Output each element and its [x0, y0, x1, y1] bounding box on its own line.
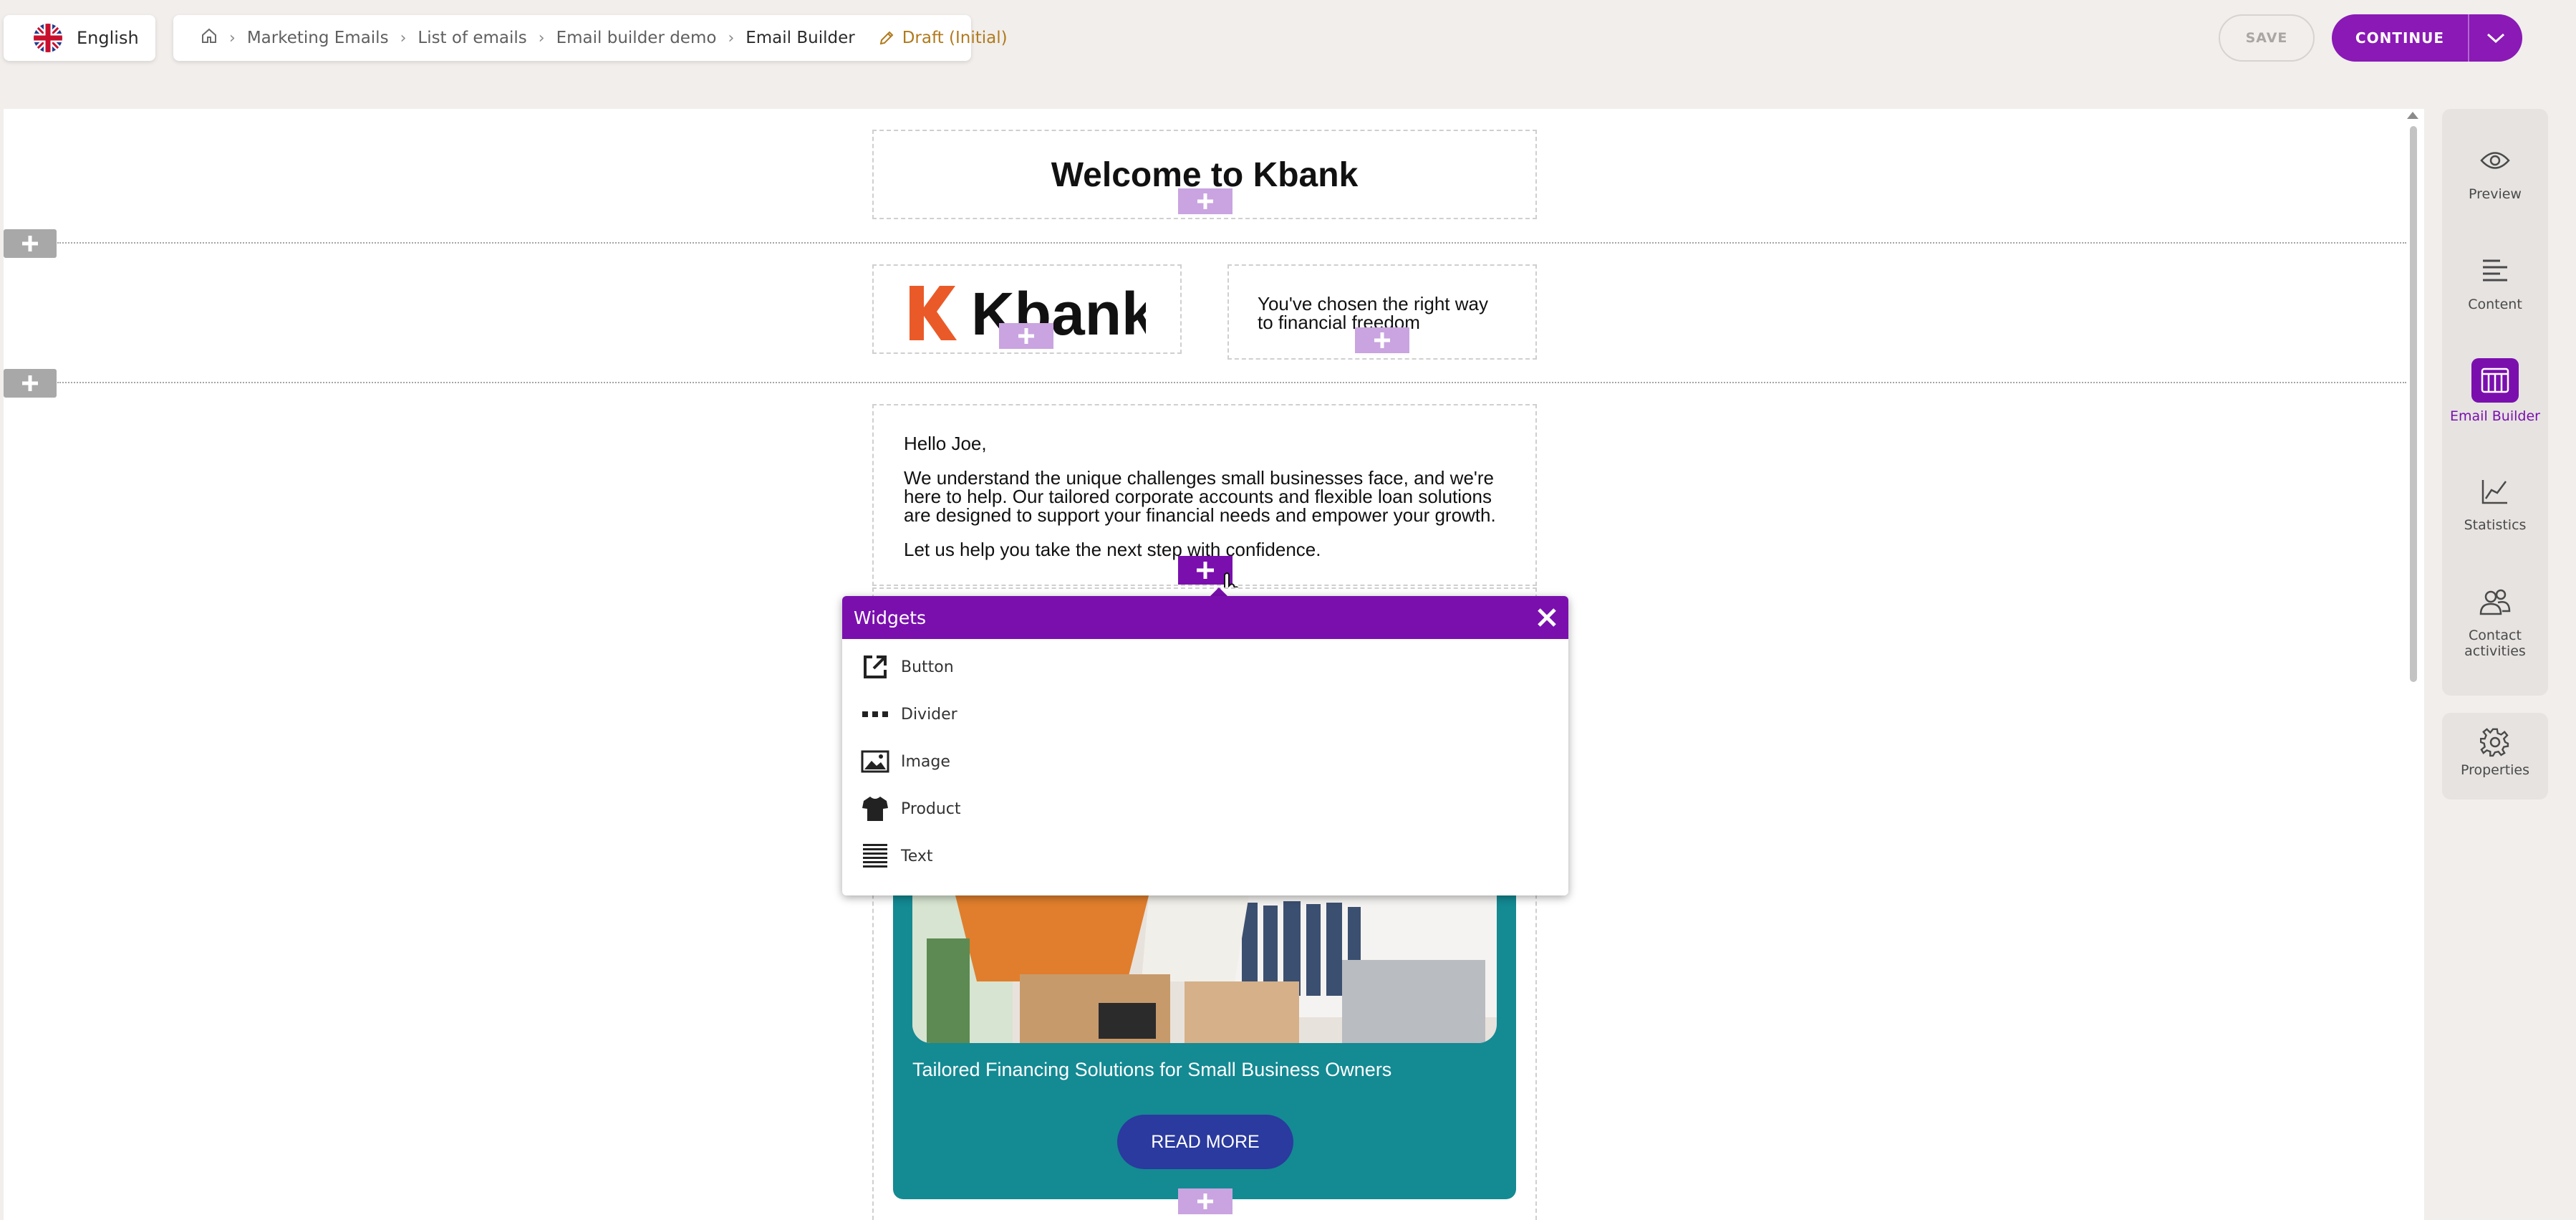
- plus-icon: [1197, 1193, 1213, 1209]
- plus-icon: [1018, 328, 1034, 344]
- breadcrumb-separator: ›: [538, 29, 545, 47]
- body-line: here to help. Our tailored corporate acc…: [904, 486, 1492, 507]
- logo-block[interactable]: Kbank: [872, 264, 1182, 354]
- plus-icon: [22, 236, 38, 251]
- widget-item-label: Product: [901, 799, 961, 818]
- promo-image: [912, 895, 1497, 1043]
- scroll-up-arrow-icon[interactable]: [2407, 112, 2418, 119]
- chart-icon: [2481, 473, 2509, 510]
- body-line: We understand the unique challenges smal…: [904, 467, 1494, 489]
- plus-icon: [1197, 562, 1214, 579]
- tagline-text: You've chosen the right way to financial…: [1258, 293, 1488, 333]
- scrollbar-thumb[interactable]: [2410, 126, 2417, 682]
- row-divider: [57, 382, 2406, 383]
- continue-button-label: CONTINUE: [2332, 14, 2469, 62]
- widget-item-image[interactable]: Image: [842, 738, 1568, 785]
- greeting-text: Hello Joe,: [904, 433, 987, 454]
- read-more-button[interactable]: READ MORE: [1117, 1115, 1293, 1169]
- uk-flag-icon: [34, 24, 62, 52]
- pencil-icon: [879, 31, 894, 45]
- widget-item-button[interactable]: Button: [842, 643, 1568, 691]
- breadcrumb-item-list-of-emails[interactable]: List of emails: [418, 29, 526, 47]
- widget-item-label: Image: [901, 752, 950, 771]
- breadcrumb-item-email-builder-demo[interactable]: Email builder demo: [556, 29, 717, 47]
- language-selector[interactable]: English: [4, 15, 155, 61]
- body-line: are designed to support your financial n…: [904, 504, 1496, 526]
- plus-icon: [22, 375, 38, 391]
- language-label: English: [77, 28, 139, 48]
- plus-icon: [1197, 193, 1213, 209]
- promo-caption: Tailored Financing Solutions for Small B…: [912, 1059, 1392, 1080]
- breadcrumb-item-marketing-emails[interactable]: Marketing Emails: [247, 29, 389, 47]
- sidebar-item-label: Content: [2468, 297, 2522, 312]
- email-builder-icon: [2471, 358, 2519, 403]
- home-icon[interactable]: [201, 27, 218, 49]
- closing-text: Let us help you take the next step with …: [904, 539, 1321, 560]
- title-block[interactable]: Welcome to Kbank: [872, 130, 1537, 219]
- close-icon[interactable]: [1533, 603, 1561, 632]
- sidebar-item-statistics[interactable]: Statistics: [2442, 473, 2548, 533]
- people-icon: [2479, 583, 2511, 620]
- widget-item-label: Text: [901, 847, 933, 865]
- tagline-block[interactable]: You've chosen the right way to financial…: [1227, 264, 1537, 360]
- plus-icon: [1374, 332, 1390, 348]
- sidebar-item-label: Statistics: [2464, 517, 2527, 533]
- add-widget-button[interactable]: [999, 323, 1053, 349]
- sidebar-item-content[interactable]: Content: [2442, 252, 2548, 312]
- breadcrumb-separator: ›: [229, 29, 236, 47]
- add-widget-button[interactable]: [1178, 188, 1232, 214]
- widgets-header: Widgets: [842, 596, 1568, 639]
- breadcrumb-separator: ›: [728, 29, 735, 47]
- widget-item-label: Button: [901, 658, 954, 676]
- sidebar-item-preview[interactable]: Preview: [2442, 142, 2548, 202]
- widget-item-divider[interactable]: Divider: [842, 691, 1568, 738]
- add-row-button[interactable]: [4, 369, 57, 398]
- sidebar-item-properties[interactable]: Properties: [2442, 726, 2548, 778]
- add-widget-button[interactable]: [1178, 1188, 1232, 1214]
- widget-item-product[interactable]: Product: [842, 785, 1568, 832]
- sidebar-item-label: Contact activities: [2464, 628, 2526, 659]
- widgets-title: Widgets: [854, 607, 927, 628]
- eye-icon: [2480, 142, 2510, 179]
- draft-status[interactable]: Draft (Initial): [878, 29, 1008, 47]
- breadcrumb-item-email-builder: Email Builder: [746, 29, 855, 47]
- add-widget-button[interactable]: [1355, 327, 1409, 353]
- sidebar-item-label: Properties: [2460, 762, 2530, 778]
- sidebar-item-email-builder[interactable]: Email Builder: [2442, 358, 2548, 424]
- widget-item-label: Divider: [901, 705, 957, 724]
- sidebar-item-contact-activities[interactable]: Contact activities: [2442, 583, 2548, 659]
- align-left-icon: [2481, 252, 2509, 289]
- svg-text:Kbank: Kbank: [971, 280, 1146, 345]
- row-divider: [57, 242, 2406, 244]
- breadcrumb-separator: ›: [400, 29, 407, 47]
- draft-status-label: Draft (Initial): [902, 29, 1008, 47]
- save-button[interactable]: SAVE: [2219, 14, 2315, 62]
- widgets-popup: Widgets Button Divider Image Product Tex…: [842, 596, 1568, 895]
- shirt-icon: [862, 797, 888, 821]
- widget-item-text[interactable]: Text: [842, 832, 1568, 880]
- chevron-down-icon[interactable]: [2469, 32, 2522, 44]
- gear-icon: [2480, 726, 2510, 758]
- sidebar-item-label: Email Builder: [2450, 408, 2540, 424]
- sidebar-item-label: Preview: [2469, 186, 2522, 202]
- image-icon: [861, 750, 889, 773]
- divider-icon: [862, 711, 888, 717]
- promo-card[interactable]: Tailored Financing Solutions for Small B…: [893, 895, 1516, 1199]
- text-lines-icon: [863, 844, 887, 868]
- continue-button[interactable]: CONTINUE: [2332, 14, 2522, 62]
- add-row-button[interactable]: [4, 229, 57, 258]
- breadcrumb: › Marketing Emails › List of emails › Em…: [173, 15, 1008, 61]
- external-link-icon: [864, 655, 887, 678]
